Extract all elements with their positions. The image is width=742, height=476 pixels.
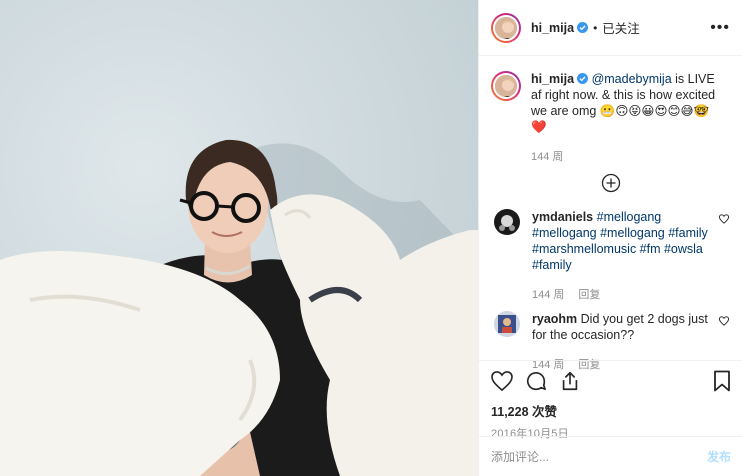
post-actions: 11,228 次赞 2016年10月5日 <box>479 360 742 441</box>
comment-item: ymdaniels #mellogang #mellogang #melloga… <box>491 209 731 303</box>
caption-age[interactable]: 144 周 <box>531 151 563 163</box>
verified-badge-icon <box>577 22 589 33</box>
action-bar <box>491 369 731 393</box>
share-icon[interactable] <box>559 370 581 392</box>
load-more-comments[interactable] <box>491 173 731 193</box>
more-options-icon[interactable]: ••• <box>710 19 730 36</box>
comment-age[interactable]: 144 周 <box>532 289 564 301</box>
comment-username[interactable]: ryaohm <box>532 312 577 326</box>
comment-username[interactable]: ymdaniels <box>532 210 593 224</box>
photo-illustration <box>0 0 478 476</box>
comment-input[interactable] <box>491 449 707 464</box>
author-username[interactable]: hi_mija <box>531 21 574 35</box>
reply-button[interactable]: 回复 <box>578 289 600 301</box>
comments-list: hi_mija @madebymija is LIVE af right now… <box>479 57 742 371</box>
caption-username[interactable]: hi_mija <box>531 72 574 86</box>
add-comment-bar: 发布 <box>479 436 742 476</box>
following-button[interactable]: 已关注 <box>602 18 640 37</box>
caption: hi_mija @madebymija is LIVE af right now… <box>491 71 731 165</box>
post-photo[interactable] <box>0 0 478 476</box>
comment-text: ymdaniels #mellogang #mellogang #melloga… <box>532 209 722 273</box>
post-comment-button[interactable]: 发布 <box>707 448 731 465</box>
comment-like-icon[interactable] <box>719 316 729 326</box>
comment-text: ryaohm Did you get 2 dogs just for the o… <box>532 311 722 343</box>
post-side-panel: hi_mija • 已关注 ••• hi_mija @madebymija is… <box>478 0 742 476</box>
like-count[interactable]: 11,228 次赞 <box>491 401 731 420</box>
comment-like-icon[interactable] <box>719 214 729 224</box>
load-more-icon[interactable] <box>601 173 621 193</box>
separator-dot: • <box>593 20 598 35</box>
verified-badge-icon <box>577 73 589 84</box>
caption-mention[interactable]: @madebymija <box>592 72 672 86</box>
caption-avatar[interactable] <box>491 71 521 101</box>
caption-text: hi_mija @madebymija is LIVE af right now… <box>531 71 721 135</box>
post-header: hi_mija • 已关注 ••• <box>479 0 742 56</box>
comment-icon[interactable] <box>525 370 547 392</box>
heart-icon[interactable] <box>491 371 513 391</box>
commenter-avatar[interactable] <box>494 311 520 337</box>
caption-meta: 144 周 <box>531 149 721 165</box>
save-icon[interactable] <box>713 370 731 392</box>
comment-meta: 144 周 回复 <box>532 287 722 303</box>
author-avatar[interactable] <box>491 12 521 43</box>
commenter-avatar[interactable] <box>494 209 520 235</box>
